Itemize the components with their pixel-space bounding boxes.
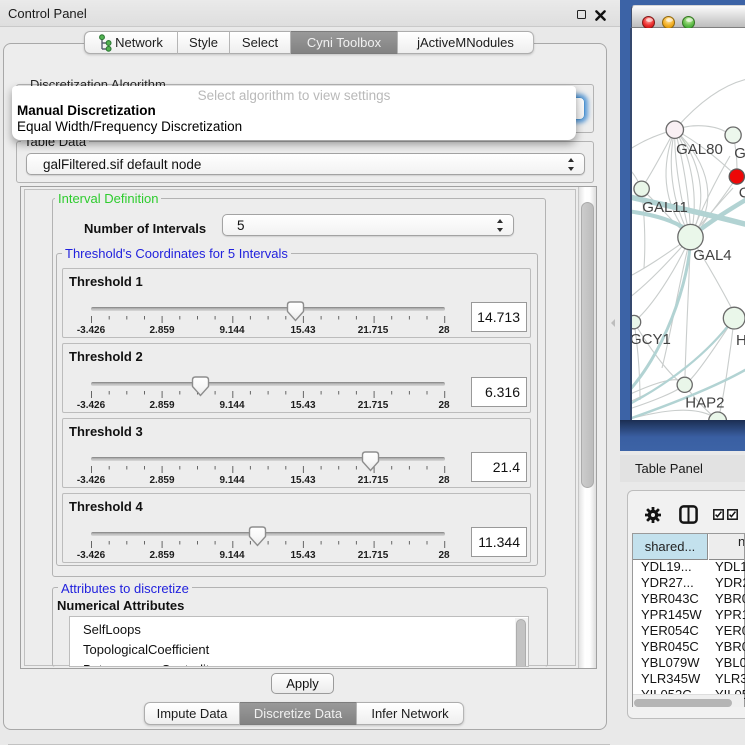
svg-text:GCY1: GCY1	[632, 331, 671, 348]
svg-text:GAL80: GAL80	[676, 141, 723, 158]
svg-text:GAL11: GAL11	[642, 199, 688, 216]
svg-text:CY: CY	[739, 184, 745, 201]
svg-text:GAL4: GAL4	[693, 247, 731, 264]
svg-text:GAL: GAL	[734, 145, 745, 162]
svg-text:H: H	[736, 332, 745, 349]
svg-text:HAP2: HAP2	[685, 395, 724, 412]
